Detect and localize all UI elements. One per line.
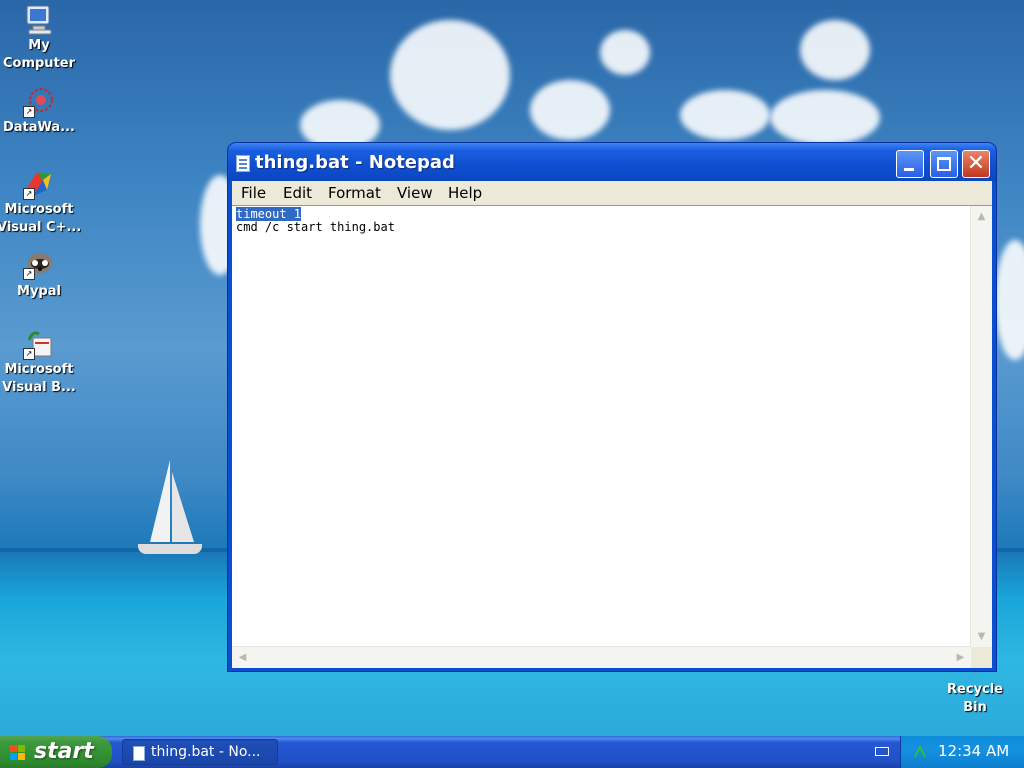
- desktop-icon-label: Recycle: [947, 682, 1003, 697]
- desktop-icon-label: Computer: [2, 56, 76, 71]
- selected-text: timeout 1: [236, 207, 302, 221]
- title-bar[interactable]: thing.bat - Notepad ✕: [228, 143, 996, 181]
- visual-basic-icon: ↗: [23, 328, 55, 360]
- shortcut-arrow-icon: ↗: [23, 268, 35, 280]
- desktop-icon-label: Visual C+...: [0, 220, 81, 235]
- menu-edit[interactable]: Edit: [283, 184, 312, 202]
- editor-content[interactable]: timeout 1 cmd /c start thing.bat: [236, 207, 395, 234]
- shortcut-arrow-icon: ↗: [23, 106, 35, 118]
- horizontal-scrollbar[interactable]: ◀ ▶: [232, 646, 971, 668]
- text-line: cmd /c start thing.bat: [236, 220, 395, 234]
- desktop-icon-mypal[interactable]: ↗ Mypal: [0, 248, 81, 302]
- cloud: [680, 90, 770, 140]
- desktop-icon-label: My: [28, 38, 50, 53]
- menu-view[interactable]: View: [397, 184, 433, 202]
- system-tray: 12:34 AM: [900, 736, 1024, 768]
- scroll-down-icon[interactable]: ▼: [972, 627, 991, 646]
- scroll-up-icon[interactable]: ▲: [972, 207, 991, 226]
- desktop-icon-label: Visual B...: [2, 380, 76, 395]
- my-computer-icon: [23, 4, 55, 36]
- desktop-icon-visual-cpp[interactable]: ↗ Microsoft Visual C+...: [0, 168, 81, 238]
- desktop-icon-my-computer[interactable]: My Computer: [0, 4, 81, 74]
- desktop-icon-label: Bin: [963, 700, 987, 715]
- scroll-right-icon[interactable]: ▶: [951, 648, 970, 667]
- start-button[interactable]: start: [0, 736, 112, 768]
- notepad-icon: [133, 746, 145, 761]
- minimize-icon: [904, 168, 914, 171]
- desktop-icon-visual-basic[interactable]: ↗ Microsoft Visual B...: [0, 328, 81, 398]
- cloud: [770, 90, 880, 145]
- datawa-icon: ↗: [23, 86, 55, 118]
- keyboard-icon[interactable]: [875, 747, 889, 756]
- cloud: [800, 20, 870, 80]
- sailboat-sail: [150, 460, 170, 542]
- taskbar: start thing.bat - No... 12:34 AM: [0, 736, 1024, 768]
- text-editor[interactable]: timeout 1 cmd /c start thing.bat ▲ ▼ ◀ ▶: [232, 205, 992, 668]
- notepad-window[interactable]: thing.bat - Notepad ✕ File Edit Format V…: [228, 143, 996, 671]
- cloud: [995, 240, 1024, 360]
- window-title: thing.bat - Notepad: [255, 152, 455, 173]
- windows-logo-icon: [10, 745, 26, 761]
- menu-bar: File Edit Format View Help: [232, 181, 992, 205]
- desktop-icon-label: Mypal: [17, 284, 61, 299]
- taskbar-button-notepad[interactable]: thing.bat - No...: [122, 739, 278, 765]
- clock[interactable]: 12:34 AM: [938, 742, 1009, 760]
- desktop-icon-label: Microsoft: [4, 202, 74, 217]
- menu-file[interactable]: File: [241, 184, 266, 202]
- desktop-icon-label: DataWa...: [2, 120, 75, 135]
- shortcut-arrow-icon: ↗: [23, 348, 35, 360]
- resize-grip-icon[interactable]: [971, 647, 992, 668]
- close-icon: ✕: [966, 151, 986, 176]
- vertical-scrollbar[interactable]: ▲ ▼: [970, 206, 992, 647]
- menu-help[interactable]: Help: [448, 184, 482, 202]
- cloud: [390, 20, 510, 130]
- start-label: start: [34, 739, 94, 764]
- visual-cpp-icon: ↗: [23, 168, 55, 200]
- cloud: [530, 80, 610, 140]
- scroll-left-icon[interactable]: ◀: [233, 648, 252, 667]
- network-icon[interactable]: [913, 744, 927, 758]
- close-button[interactable]: ✕: [962, 150, 990, 178]
- maximize-icon: [937, 157, 951, 171]
- menu-format[interactable]: Format: [328, 184, 381, 202]
- desktop-icon-label: Microsoft: [4, 362, 74, 377]
- cloud: [600, 30, 650, 75]
- taskbar-button-label: thing.bat - No...: [151, 744, 261, 760]
- desktop-icon-datawa[interactable]: ↗ DataWa...: [0, 86, 81, 138]
- mypal-icon: ↗: [23, 248, 55, 280]
- sailboat-sail: [172, 472, 194, 542]
- shortcut-arrow-icon: ↗: [23, 188, 35, 200]
- notepad-icon: [236, 155, 250, 172]
- maximize-button[interactable]: [930, 150, 958, 178]
- sailboat-hull: [138, 544, 202, 554]
- minimize-button[interactable]: [896, 150, 924, 178]
